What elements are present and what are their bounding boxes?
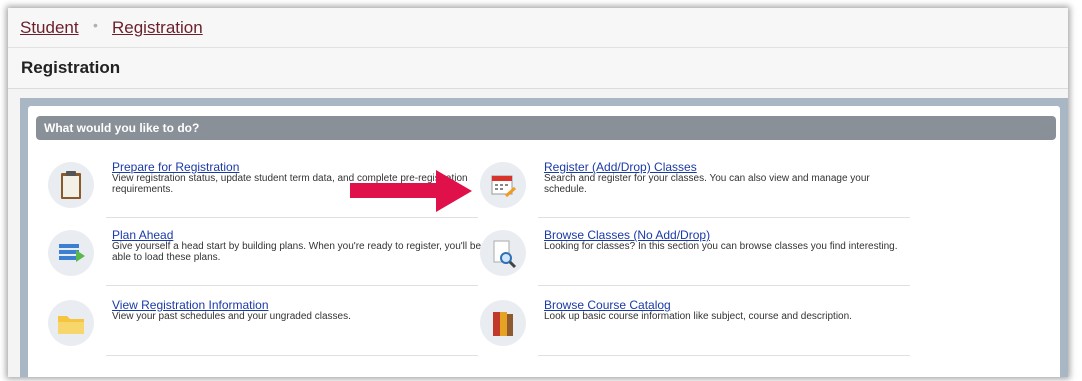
options-panel: What would you like to do? Prepare for R… [28,106,1060,377]
calendar-pencil-icon [491,175,516,198]
page-header: Registration [8,48,1068,89]
plan-list-icon [59,244,85,262]
option-title-link[interactable]: Prepare for Registration [112,160,239,174]
divider [106,285,478,286]
content-area: What would you like to do? Prepare for R… [20,98,1068,377]
magnifier-document-icon [493,240,517,269]
option-description: Looking for classes? In this section you… [544,241,898,252]
breadcrumb-registration-link[interactable]: Registration [112,18,203,38]
panel-header-text: What would you like to do? [44,121,200,135]
breadcrumb-separator: • [93,17,98,33]
option-description: Look up basic course information like su… [544,311,852,322]
option-description: Search and register for your classes. Yo… [544,173,870,195]
option-title-link[interactable]: Register (Add/Drop) Classes [544,160,697,174]
option-description: Give yourself a head start by building p… [112,241,482,263]
panel-header: What would you like to do? [36,116,1056,140]
option-plan-ahead: Plan Ahead Give yourself a head start by… [40,220,481,286]
option-register-classes: Register (Add/Drop) Classes Search and r… [472,152,910,218]
breadcrumb: Student • Registration [8,8,1068,48]
divider [538,285,910,286]
option-title-link[interactable]: Browse Classes (No Add/Drop) [544,228,710,242]
books-icon [493,312,513,336]
folder-icon [58,316,84,334]
divider [538,355,910,356]
app-window: Student • Registration Registration What… [8,8,1068,377]
highlight-arrow-icon [350,170,472,212]
divider [106,355,478,356]
breadcrumb-student-link[interactable]: Student [20,18,79,38]
option-view-registration-information: View Registration Information View your … [40,290,478,356]
divider [538,217,910,218]
clipboard-icon [61,171,81,199]
option-browse-course-catalog: Browse Course Catalog Look up basic cour… [472,290,910,356]
page-title: Registration [21,58,121,77]
option-title-link[interactable]: View Registration Information [112,298,269,312]
option-title-link[interactable]: Browse Course Catalog [544,298,671,312]
divider [106,217,478,218]
option-browse-classes: Browse Classes (No Add/Drop) Looking for… [472,220,910,286]
option-description: View your past schedules and your ungrad… [112,311,351,322]
option-title-link[interactable]: Plan Ahead [112,228,173,242]
